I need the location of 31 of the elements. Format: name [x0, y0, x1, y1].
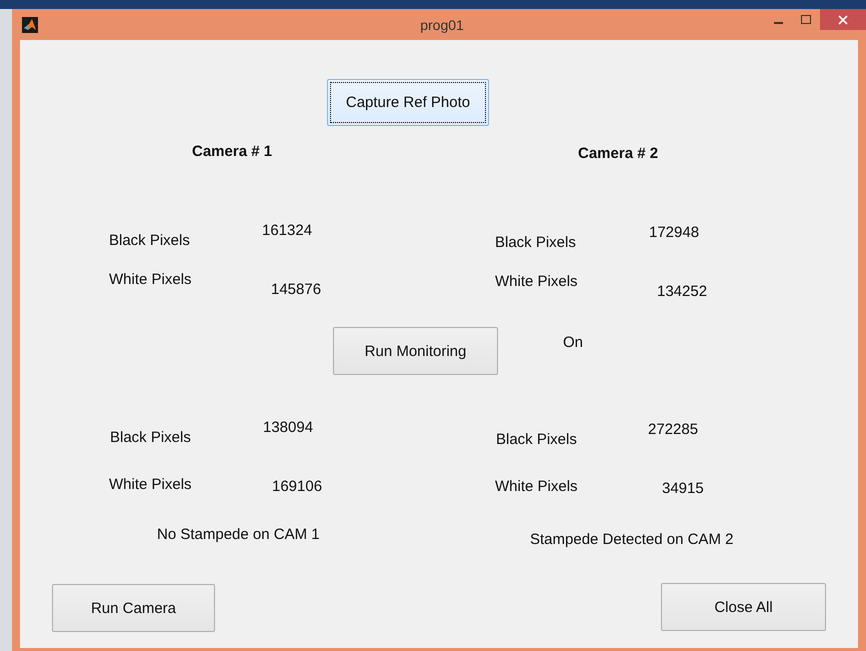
pixel-count-value: 169106 — [272, 478, 322, 495]
close-all-button[interactable]: Close All — [661, 583, 826, 631]
close-button[interactable] — [820, 9, 866, 30]
pixel-count-value: 34915 — [662, 480, 704, 497]
monitoring-state: On — [563, 334, 584, 351]
pixel-count-value: 138094 — [263, 419, 314, 436]
close-icon — [838, 14, 848, 24]
pixel-count-label: Black Pixels — [495, 234, 576, 251]
pixel-count-label: Black Pixels — [496, 431, 577, 448]
minimize-icon — [774, 22, 782, 24]
pixel-count-label: Black Pixels — [110, 429, 191, 446]
window-title: prog01 — [420, 16, 464, 32]
pixel-count-value: 145876 — [271, 281, 322, 298]
pixel-count-value: 272285 — [648, 421, 698, 438]
run-monitoring-button[interactable]: Run Monitoring — [333, 327, 498, 375]
stampede-status: No Stampede on CAM 1 — [157, 526, 320, 543]
pixel-count-label: Black Pixels — [109, 232, 190, 249]
stampede-status: Stampede Detected on CAM 2 — [530, 531, 734, 548]
capture-ref-photo-button[interactable]: Capture Ref Photo — [327, 79, 489, 126]
maximize-icon — [801, 14, 811, 24]
run-camera-button[interactable]: Run Camera — [52, 584, 215, 632]
pixel-count-label: White Pixels — [109, 271, 192, 288]
pixel-count-label: White Pixels — [495, 478, 578, 495]
pixel-count-value: 172948 — [649, 224, 700, 241]
pixel-count-value: 134252 — [657, 283, 708, 300]
app-icon — [22, 17, 38, 33]
pixel-count-label: White Pixels — [109, 476, 192, 493]
pixel-count-label: White Pixels — [495, 273, 578, 290]
pixel-count-value: 161324 — [262, 222, 312, 239]
camera-heading: Camera # 1 — [192, 143, 272, 160]
camera-heading: Camera # 2 — [578, 145, 658, 162]
